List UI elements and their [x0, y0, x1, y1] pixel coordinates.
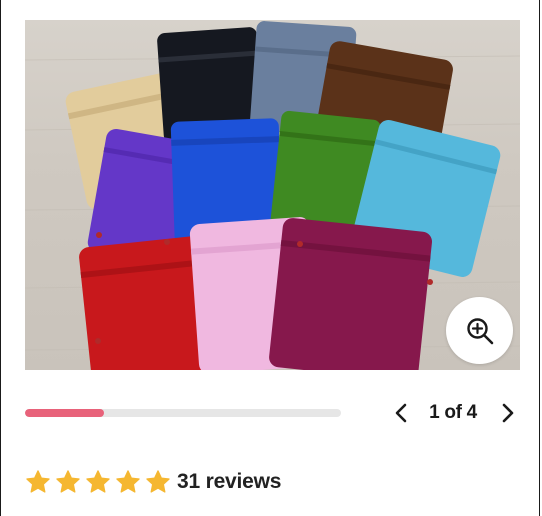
star-icon [146, 470, 170, 493]
zoom-in-icon [466, 317, 493, 344]
reviews-link[interactable]: 31 reviews [177, 467, 281, 497]
star-rating [25, 469, 171, 495]
product-card: 1 of 4 31 reviews [0, 0, 540, 516]
star-icon [116, 470, 140, 493]
gallery-progress-fill [25, 409, 104, 417]
zoom-button[interactable] [446, 297, 513, 364]
pouches-photo [25, 21, 520, 370]
product-image[interactable] [25, 20, 520, 370]
next-image-button[interactable] [496, 399, 520, 427]
star-icon [56, 470, 80, 493]
image-counter: 1 of 4 [429, 402, 477, 423]
previous-image-button[interactable] [389, 399, 413, 427]
gallery-progress-bar [25, 409, 341, 417]
chevron-right-icon [502, 403, 514, 423]
star-icon [86, 470, 110, 493]
rating-summary[interactable]: 31 reviews [25, 467, 281, 497]
star-icon [26, 470, 50, 493]
chevron-left-icon [395, 403, 407, 423]
